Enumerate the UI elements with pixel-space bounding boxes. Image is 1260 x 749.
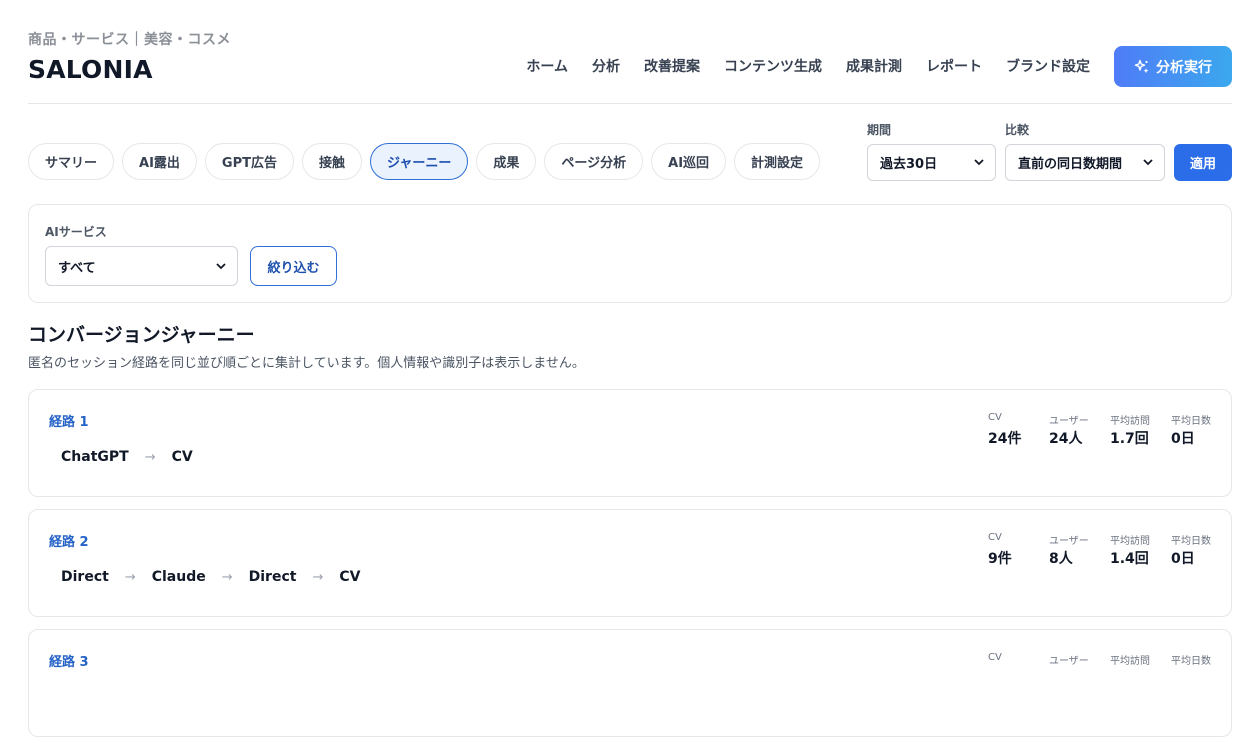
run-analysis-button[interactable]: 分析実行	[1114, 46, 1232, 87]
chevron-down-icon	[974, 159, 984, 166]
journey-stats: CV 9件 ユーザー 8人 平均訪問 1.4回 平均日数 0日	[987, 532, 1211, 568]
tab-tracking-settings[interactable]: 計測設定	[734, 143, 821, 180]
journey-title: 経路 2	[49, 535, 89, 550]
tab-bar: サマリー AI露出 GPT広告 接触 ジャーニー 成果 ページ分析 AI巡回 計…	[28, 143, 821, 180]
stat-avg-days: 平均日数 0日	[1171, 532, 1211, 568]
tab-ai-crawl[interactable]: AI巡回	[651, 143, 727, 180]
service-filter-label: AIサービス	[45, 225, 107, 239]
compare-field: 比較 直前の同日数期間	[1004, 121, 1165, 181]
stat-value: 0日	[1171, 431, 1195, 447]
journey-step: CV	[339, 569, 361, 585]
apply-button[interactable]: 適用	[1173, 144, 1232, 181]
journey-title: 経路 1	[49, 415, 89, 430]
chevron-down-icon	[1143, 159, 1153, 166]
stat-users: ユーザー 24人	[1049, 412, 1109, 448]
journey-step: ChatGPT	[61, 449, 129, 465]
stat-users: ユーザー	[1049, 652, 1109, 667]
journey-card: 経路 2 Direct → Claude → Direct → CV CV 9件…	[28, 509, 1232, 617]
service-filter-card: AIサービス すべて 絞り込む	[28, 204, 1232, 303]
stat-label: ユーザー	[1049, 656, 1089, 667]
section-title: コンバージョンジャーニー	[28, 324, 255, 346]
tab-contact[interactable]: 接触	[302, 143, 363, 180]
sparkle-icon	[1134, 59, 1149, 73]
stat-label: CV	[988, 652, 1002, 663]
journey-step: Direct	[248, 569, 297, 585]
stat-avg-days: 平均日数	[1171, 652, 1211, 667]
section-description: 匿名のセッション経路を同じ並び順ごとに集計しています。個人情報や識別子は表示しま…	[28, 356, 585, 371]
nav-item-results[interactable]: 成果計測	[846, 47, 902, 87]
stat-label: 平均日数	[1171, 656, 1211, 667]
stat-users: ユーザー 8人	[1049, 532, 1109, 568]
toolbar: サマリー AI露出 GPT広告 接触 ジャーニー 成果 ページ分析 AI巡回 計…	[28, 104, 1232, 204]
service-select[interactable]: すべて	[45, 246, 238, 286]
stat-label: CV	[988, 412, 1002, 423]
service-value: すべて	[58, 260, 96, 276]
journey-card: 経路 1 ChatGPT → CV CV 24件 ユーザー 24人 平均訪問 1…	[28, 389, 1232, 497]
stat-label: 平均日数	[1171, 416, 1211, 427]
journey-step: Direct	[61, 569, 109, 585]
brand-name: SALONIA	[28, 55, 153, 84]
stat-value: 1.7回	[1110, 431, 1149, 447]
stat-value: 24件	[988, 431, 1022, 447]
arrow-right-icon: →	[312, 569, 324, 585]
narrow-down-button[interactable]: 絞り込む	[250, 246, 337, 286]
period-select[interactable]: 過去30日	[866, 144, 996, 181]
tab-results[interactable]: 成果	[476, 143, 537, 180]
stat-label: 平均日数	[1171, 536, 1211, 547]
period-value: 過去30日	[879, 157, 938, 172]
stat-label: 平均訪問	[1110, 536, 1150, 547]
nav-item-analysis[interactable]: 分析	[592, 47, 620, 87]
stat-cv: CV 24件	[988, 412, 1048, 448]
nav-item-brand-settings[interactable]: ブランド設定	[1006, 47, 1090, 87]
stat-avg-visits: 平均訪問	[1110, 652, 1170, 667]
compare-value: 直前の同日数期間	[1017, 157, 1122, 172]
nav-item-report[interactable]: レポート	[926, 47, 982, 87]
stat-label: 平均訪問	[1110, 656, 1150, 667]
journey-step: Claude	[151, 569, 206, 585]
nav-item-home[interactable]: ホーム	[526, 47, 568, 87]
stat-cv: CV	[988, 652, 1048, 665]
stat-value: 0日	[1171, 551, 1195, 567]
journey-stats: CV ユーザー 平均訪問 平均日数	[987, 652, 1211, 667]
nav-item-content-generation[interactable]: コンテンツ生成	[724, 47, 822, 87]
compare-select[interactable]: 直前の同日数期間	[1004, 144, 1165, 181]
arrow-right-icon: →	[144, 449, 156, 465]
stat-avg-days: 平均日数 0日	[1171, 412, 1211, 448]
app-header: 商品・サービス｜美容・コスメ SALONIA ホーム 分析 改善提案 コンテンツ…	[28, 0, 1232, 104]
tab-gpt-ads[interactable]: GPT広告	[204, 143, 294, 180]
period-label: 期間	[866, 123, 891, 137]
main-nav: ホーム 分析 改善提案 コンテンツ生成 成果計測 レポート ブランド設定 分析実…	[526, 46, 1232, 87]
tab-summary[interactable]: サマリー	[28, 143, 115, 180]
tab-page-analysis[interactable]: ページ分析	[544, 143, 644, 180]
journey-list: 経路 1 ChatGPT → CV CV 24件 ユーザー 24人 平均訪問 1…	[28, 389, 1232, 749]
date-filters: 期間 過去30日 比較 直前の同日数期間 適用	[866, 121, 1232, 181]
journey-stats: CV 24件 ユーザー 24人 平均訪問 1.7回 平均日数 0日	[987, 412, 1211, 448]
journey-title: 経路 3	[49, 655, 89, 670]
brand-category: 商品・サービス｜美容・コスメ	[28, 32, 231, 48]
stat-value: 8人	[1049, 551, 1073, 567]
tab-journey[interactable]: ジャーニー	[370, 143, 469, 180]
arrow-right-icon: →	[221, 569, 233, 585]
stat-value: 24人	[1049, 431, 1083, 447]
stat-label: ユーザー	[1049, 416, 1089, 427]
stat-avg-visits: 平均訪問 1.7回	[1110, 412, 1170, 448]
journey-path: Direct → Claude → Direct → CV	[49, 569, 372, 585]
tab-ai-exposure[interactable]: AI露出	[122, 143, 197, 180]
compare-label: 比較	[1004, 123, 1029, 137]
journey-step: CV	[171, 449, 193, 465]
arrow-right-icon: →	[124, 569, 136, 585]
stat-label: CV	[988, 532, 1002, 543]
stat-label: 平均訪問	[1110, 416, 1150, 427]
chevron-down-icon	[216, 263, 226, 270]
stat-label: ユーザー	[1049, 536, 1089, 547]
stat-avg-visits: 平均訪問 1.4回	[1110, 532, 1170, 568]
stat-cv: CV 9件	[988, 532, 1048, 568]
journey-path: ChatGPT → CV	[49, 449, 205, 465]
nav-item-improvement[interactable]: 改善提案	[644, 47, 700, 87]
journey-card: 経路 3 CV ユーザー 平均訪問 平均日数	[28, 629, 1232, 737]
period-field: 期間 過去30日	[866, 121, 996, 181]
run-analysis-label: 分析実行	[1156, 59, 1212, 76]
stat-value: 9件	[988, 551, 1012, 567]
stat-value: 1.4回	[1110, 551, 1149, 567]
